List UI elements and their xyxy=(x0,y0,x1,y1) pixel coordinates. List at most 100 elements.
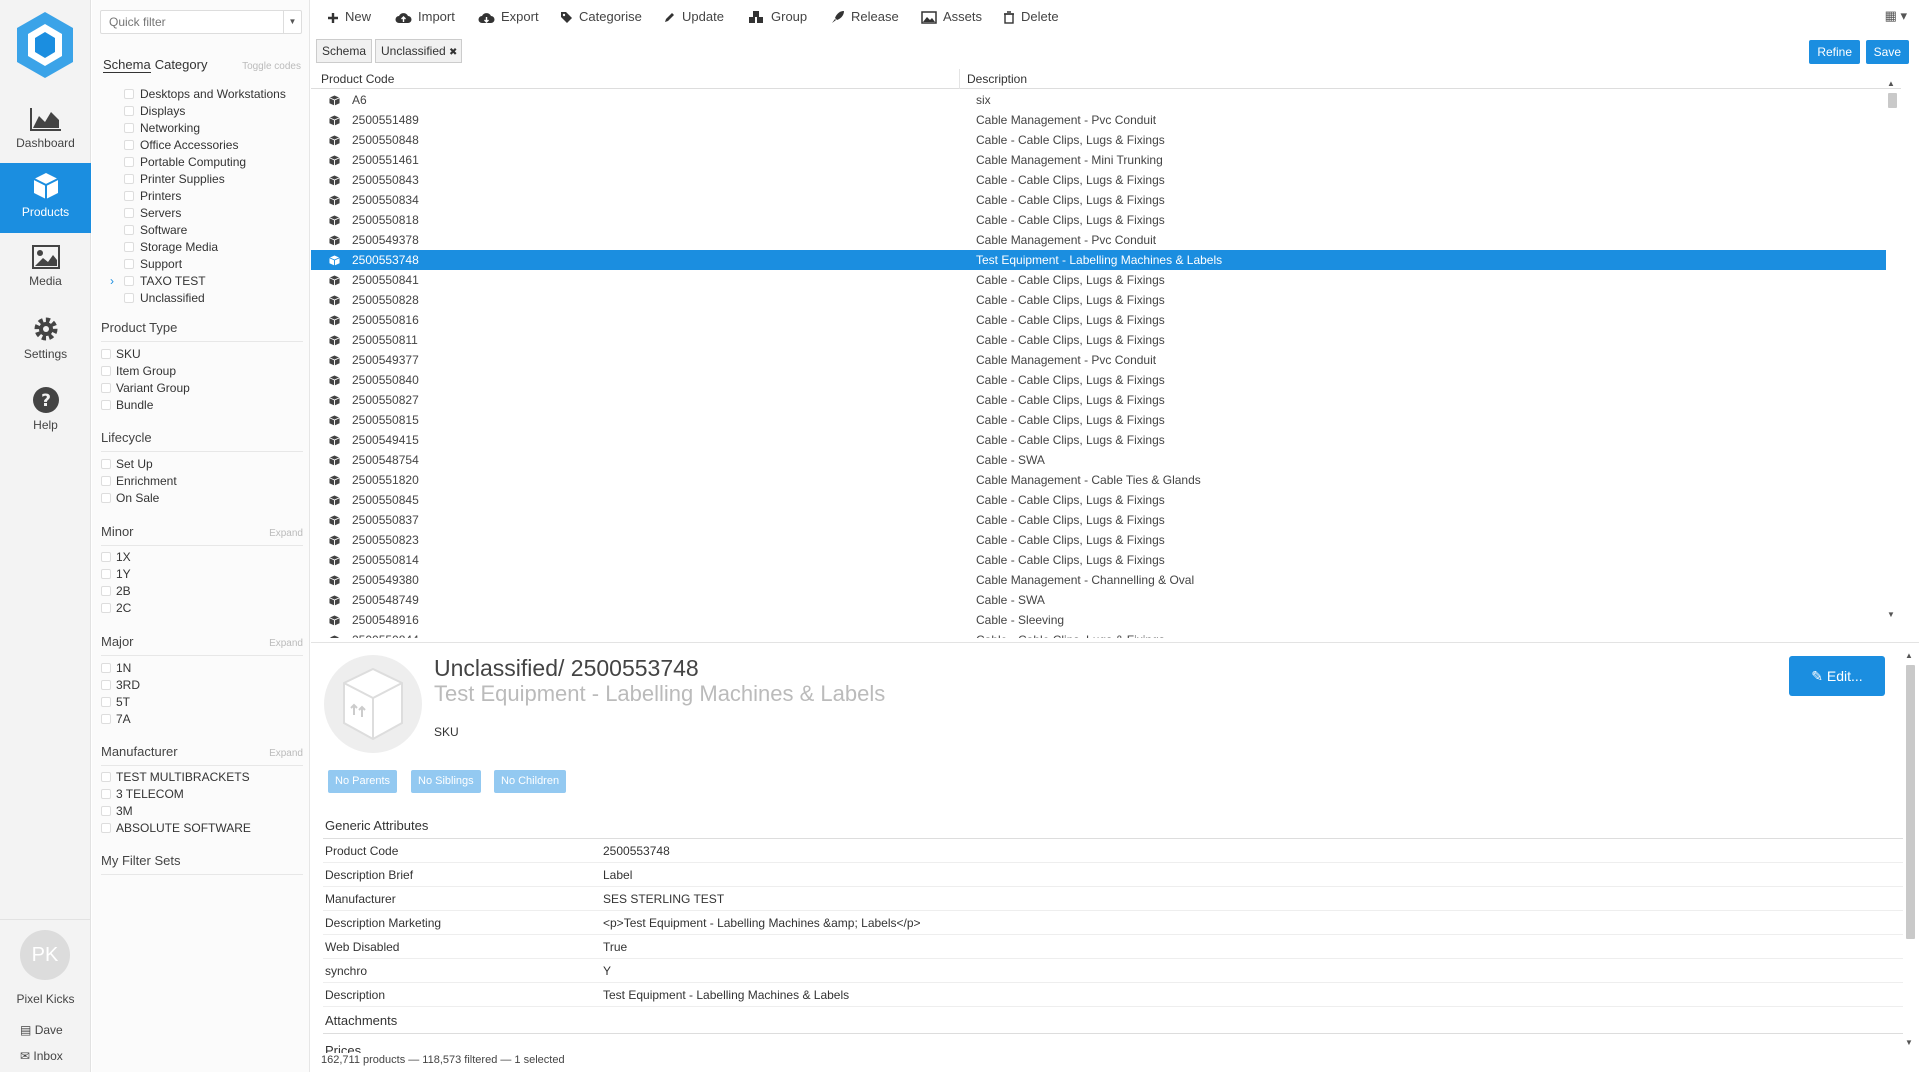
option-checkbox[interactable] xyxy=(101,349,111,359)
option-checkbox[interactable] xyxy=(101,383,111,393)
category-item[interactable]: Printers xyxy=(100,188,300,205)
assets-button[interactable]: Assets xyxy=(921,8,982,26)
option-checkbox[interactable] xyxy=(101,806,111,816)
category-checkbox[interactable] xyxy=(124,123,134,133)
delete-button[interactable]: Delete xyxy=(1003,8,1059,26)
manufacturer-option[interactable]: 3M xyxy=(101,803,301,820)
avatar[interactable]: PK xyxy=(20,930,70,980)
major-option[interactable]: 1N xyxy=(101,660,301,677)
category-item[interactable]: Servers xyxy=(100,205,300,222)
table-row[interactable]: 2500548916 Cable - Sleeving xyxy=(311,610,1886,630)
update-button[interactable]: Update xyxy=(663,8,724,26)
category-item[interactable]: › TAXO TEST xyxy=(100,273,300,290)
option-checkbox[interactable] xyxy=(101,493,111,503)
option-checkbox[interactable] xyxy=(101,586,111,596)
category-item[interactable]: Storage Media xyxy=(100,239,300,256)
lifecycle-option[interactable]: On Sale xyxy=(101,490,301,507)
table-row[interactable]: 2500549380 Cable Management - Channelling… xyxy=(311,570,1886,590)
table-row[interactable]: 2500550844 Cable - Cable Clips, Lugs & Fi… xyxy=(311,630,1886,638)
minor-option[interactable]: 2B xyxy=(101,583,301,600)
product-type-option[interactable]: Variant Group xyxy=(101,380,301,397)
table-row[interactable]: 2500550848 Cable - Cable Clips, Lugs & Fi… xyxy=(311,130,1886,150)
lifecycle-option[interactable]: Set Up xyxy=(101,456,301,473)
table-row[interactable]: 2500550823 Cable - Cable Clips, Lugs & Fi… xyxy=(311,530,1886,550)
table-row[interactable]: 2500550828 Cable - Cable Clips, Lugs & Fi… xyxy=(311,290,1886,310)
refine-button[interactable]: Refine xyxy=(1809,40,1860,64)
table-row[interactable]: 2500548749 Cable - SWA xyxy=(311,590,1886,610)
table-row[interactable]: 2500550816 Cable - Cable Clips, Lugs & Fi… xyxy=(311,310,1886,330)
no-siblings-button[interactable]: No Siblings xyxy=(411,770,481,793)
table-row[interactable]: 2500550837 Cable - Cable Clips, Lugs & Fi… xyxy=(311,510,1886,530)
product-type-option[interactable]: Bundle xyxy=(101,397,301,414)
quick-filter-input[interactable] xyxy=(101,11,271,33)
category-item[interactable]: Unclassified xyxy=(100,290,300,307)
category-checkbox[interactable] xyxy=(124,157,134,167)
nav-help[interactable]: ? Help xyxy=(0,378,91,448)
table-row[interactable]: 2500550834 Cable - Cable Clips, Lugs & Fi… xyxy=(311,190,1886,210)
category-checkbox[interactable] xyxy=(124,242,134,252)
table-row[interactable]: 2500550811 Cable - Cable Clips, Lugs & Fi… xyxy=(311,330,1886,350)
generic-attributes-title[interactable]: Generic Attributes xyxy=(325,818,428,833)
column-product-code[interactable]: Product Code xyxy=(321,72,394,86)
categorise-button[interactable]: Categorise xyxy=(560,8,642,26)
grid-view-icon[interactable]: ▦ ▾ xyxy=(1885,8,1907,24)
option-checkbox[interactable] xyxy=(101,789,111,799)
category-checkbox[interactable] xyxy=(124,225,134,235)
manufacturer-option[interactable]: TEST MULTIBRACKETS xyxy=(101,769,301,786)
product-type-option[interactable]: SKU xyxy=(101,346,301,363)
export-button[interactable]: Export xyxy=(478,8,539,26)
user-link[interactable]: ▤ Dave xyxy=(20,1023,63,1037)
category-checkbox[interactable] xyxy=(124,191,134,201)
major-option[interactable]: 7A xyxy=(101,711,301,728)
import-button[interactable]: Import xyxy=(395,8,455,26)
category-checkbox[interactable] xyxy=(124,208,134,218)
breadcrumb-filter-chip[interactable]: Unclassified ✖ xyxy=(375,39,463,63)
option-checkbox[interactable] xyxy=(101,823,111,833)
option-checkbox[interactable] xyxy=(101,772,111,782)
category-checkbox[interactable] xyxy=(124,293,134,303)
column-description[interactable]: Description xyxy=(967,72,1027,86)
attachments-title[interactable]: Attachments xyxy=(325,1013,397,1028)
release-button[interactable]: Release xyxy=(831,8,899,26)
table-row[interactable]: 2500550815 Cable - Cable Clips, Lugs & Fi… xyxy=(311,410,1886,430)
option-checkbox[interactable] xyxy=(101,552,111,562)
chevron-right-icon[interactable]: › xyxy=(110,273,114,290)
minor-option[interactable]: 1X xyxy=(101,549,301,566)
nav-media[interactable]: Media xyxy=(0,236,91,306)
option-checkbox[interactable] xyxy=(101,476,111,486)
scroll-up-icon[interactable]: ▲ xyxy=(1887,79,1895,88)
option-checkbox[interactable] xyxy=(101,603,111,613)
option-checkbox[interactable] xyxy=(101,459,111,469)
close-icon[interactable]: ✖ xyxy=(449,47,457,58)
table-row[interactable]: 2500550827 Cable - Cable Clips, Lugs & Fi… xyxy=(311,390,1886,410)
nav-dashboard[interactable]: Dashboard xyxy=(0,98,91,168)
scroll-down-icon[interactable]: ▼ xyxy=(1887,610,1895,619)
scroll-up-icon[interactable]: ▲ xyxy=(1905,651,1913,660)
option-checkbox[interactable] xyxy=(101,366,111,376)
category-item[interactable]: Support xyxy=(100,256,300,273)
scroll-down-icon[interactable]: ▼ xyxy=(1905,1038,1913,1047)
my-filter-sets-title[interactable]: My Filter Sets xyxy=(101,853,180,868)
inbox-link[interactable]: ✉ Inbox xyxy=(20,1049,63,1063)
lifecycle-option[interactable]: Enrichment xyxy=(101,473,301,490)
tab-schema[interactable]: Schema xyxy=(103,57,151,73)
category-checkbox[interactable] xyxy=(124,106,134,116)
manufacturer-expand-link[interactable]: Expand xyxy=(269,748,303,759)
table-row[interactable]: 2500551461 Cable Management - Mini Trunki… xyxy=(311,150,1886,170)
category-item[interactable]: Displays xyxy=(100,103,300,120)
group-button[interactable]: Group xyxy=(748,8,807,26)
detail-scroll-thumb[interactable] xyxy=(1906,665,1915,939)
category-checkbox[interactable] xyxy=(124,174,134,184)
table-row[interactable]: 2500548754 Cable - SWA xyxy=(311,450,1886,470)
table-row[interactable]: 2500550818 Cable - Cable Clips, Lugs & Fi… xyxy=(311,210,1886,230)
table-row[interactable]: 2500549415 Cable - Cable Clips, Lugs & Fi… xyxy=(311,430,1886,450)
edit-button[interactable]: ✎ Edit... xyxy=(1789,656,1885,696)
table-row[interactable]: 2500550841 Cable - Cable Clips, Lugs & Fi… xyxy=(311,270,1886,290)
product-type-option[interactable]: Item Group xyxy=(101,363,301,380)
table-row[interactable]: 2500549377 Cable Management - Pvc Conduit xyxy=(311,350,1886,370)
detail-scrollbar[interactable]: ▲ ▼ xyxy=(1903,651,1917,1047)
major-expand-link[interactable]: Expand xyxy=(269,638,303,649)
option-checkbox[interactable] xyxy=(101,400,111,410)
toggle-codes-link[interactable]: Toggle codes xyxy=(242,61,301,72)
major-option[interactable]: 3RD xyxy=(101,677,301,694)
